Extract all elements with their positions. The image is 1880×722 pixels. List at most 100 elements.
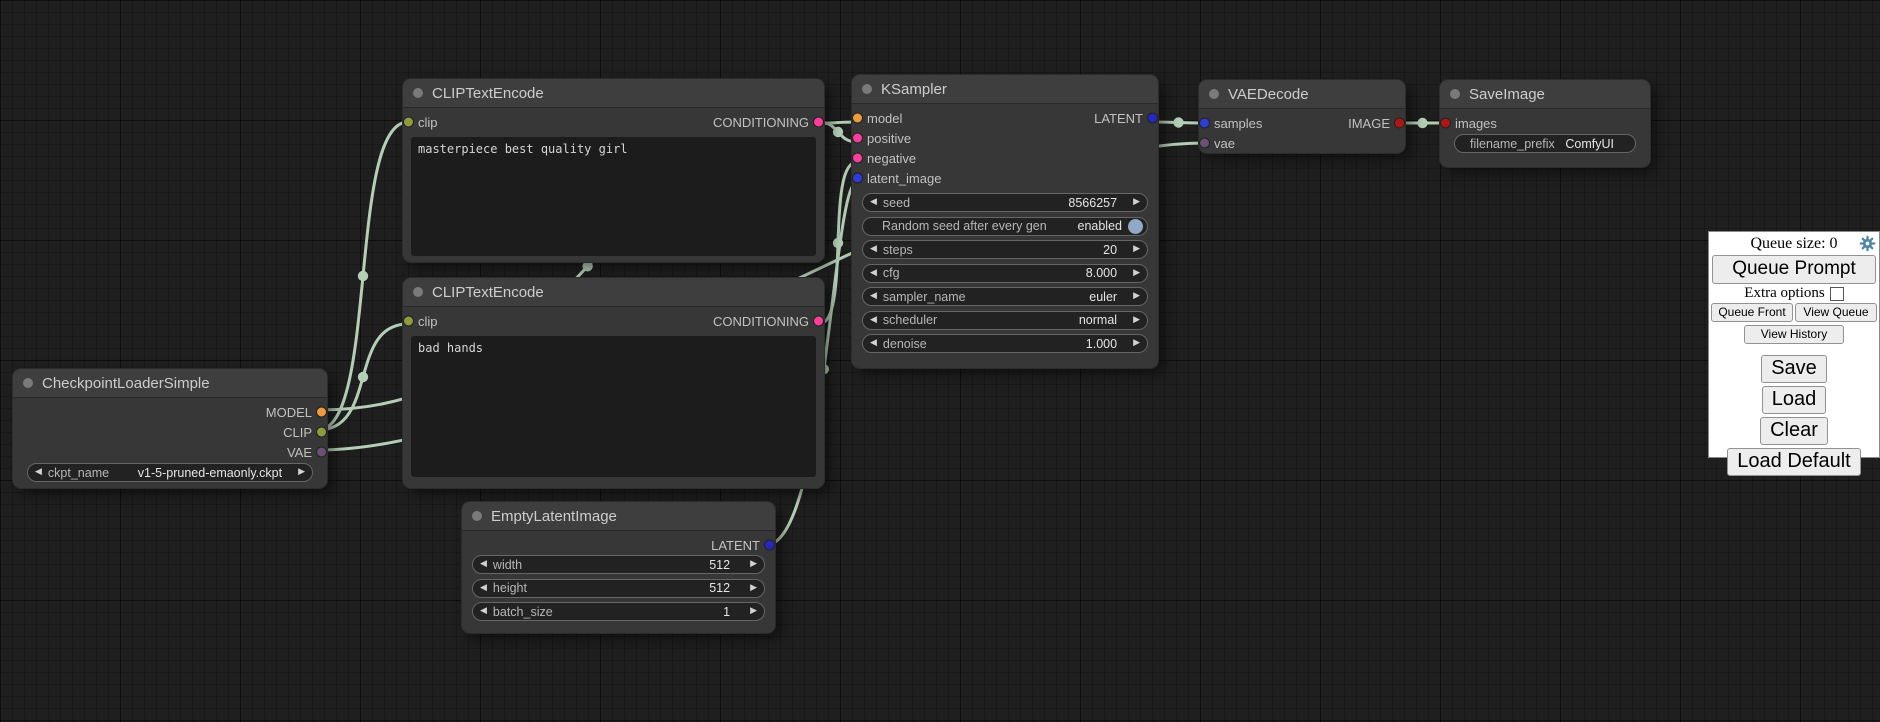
load-button[interactable]: Load xyxy=(1762,386,1827,414)
collapse-dot-icon[interactable] xyxy=(862,84,872,94)
node-clip-text-encode-positive: CLIPTextEncode clip CONDITIONING masterp… xyxy=(403,79,824,262)
node-title-bar[interactable]: CLIPTextEncode xyxy=(403,278,824,307)
output-label: CLIP xyxy=(283,425,312,440)
node-title-bar[interactable]: VAEDecode xyxy=(1199,80,1405,109)
cfg-widget[interactable]: ◀ cfg 8.000 ▶ xyxy=(862,264,1148,283)
decrement-arrow-icon[interactable]: ◀ xyxy=(870,269,877,278)
widget-label: steps xyxy=(883,243,913,257)
samples-input-port[interactable] xyxy=(1200,119,1209,128)
increment-arrow-icon[interactable]: ▶ xyxy=(750,607,757,616)
output-label: CONDITIONING xyxy=(713,115,809,130)
link-midpoint-dot xyxy=(582,261,592,271)
decrement-arrow-icon[interactable]: ◀ xyxy=(870,339,877,348)
decrement-arrow-icon[interactable]: ◀ xyxy=(870,245,877,254)
queue-prompt-button[interactable]: Queue Prompt xyxy=(1712,255,1876,284)
input-label: positive xyxy=(867,131,911,146)
view-history-button[interactable]: View History xyxy=(1744,325,1844,344)
node-save-image: SaveImage images filename_prefix ComfyUI xyxy=(1440,80,1650,167)
node-graph-canvas[interactable]: CheckpointLoaderSimple MODEL CLIP VAE ◀ … xyxy=(0,0,1880,722)
increment-arrow-icon[interactable]: ▶ xyxy=(1133,269,1140,278)
vae-output-port[interactable] xyxy=(317,448,326,457)
increment-arrow-icon[interactable]: ▶ xyxy=(750,560,757,569)
model-input-port[interactable] xyxy=(853,114,862,123)
load-default-button[interactable]: Load Default xyxy=(1727,448,1860,476)
queue-front-button[interactable]: Queue Front xyxy=(1711,303,1793,322)
extra-options-checkbox[interactable] xyxy=(1830,287,1844,301)
node-title: CLIPTextEncode xyxy=(432,85,544,102)
positive-input-port[interactable] xyxy=(853,134,862,143)
collapse-dot-icon[interactable] xyxy=(413,287,423,297)
batch-size-widget[interactable]: ◀ batch_size 1 ▶ xyxy=(472,602,765,621)
vae-input-port[interactable] xyxy=(1200,139,1209,148)
height-widget[interactable]: ◀ height 512 ▶ xyxy=(472,579,765,598)
node-clip-text-encode-negative: CLIPTextEncode clip CONDITIONING bad han… xyxy=(403,278,824,488)
decrement-arrow-icon[interactable]: ◀ xyxy=(870,292,877,301)
toggle-circle-icon[interactable] xyxy=(1128,219,1143,234)
clip-input-port[interactable] xyxy=(404,118,413,127)
save-button[interactable]: Save xyxy=(1761,355,1827,383)
increment-arrow-icon[interactable]: ▶ xyxy=(1133,292,1140,301)
collapse-dot-icon[interactable] xyxy=(472,511,482,521)
increment-arrow-icon[interactable]: ▶ xyxy=(1133,316,1140,325)
increment-arrow-icon[interactable]: ▶ xyxy=(1133,245,1140,254)
node-title-bar[interactable]: SaveImage xyxy=(1440,80,1650,109)
collapse-dot-icon[interactable] xyxy=(1209,89,1219,99)
conditioning-output-port[interactable] xyxy=(814,118,823,127)
decrement-arrow-icon[interactable]: ◀ xyxy=(480,560,487,569)
increment-arrow-icon[interactable]: ▶ xyxy=(1133,339,1140,348)
clip-input-port[interactable] xyxy=(404,317,413,326)
increment-arrow-icon[interactable]: ▶ xyxy=(750,584,757,593)
steps-widget[interactable]: ◀ steps 20 ▶ xyxy=(862,240,1148,259)
increment-arrow-icon[interactable]: ▶ xyxy=(298,468,305,477)
node-title-bar[interactable]: CLIPTextEncode xyxy=(403,79,824,108)
widget-value: normal xyxy=(1079,313,1117,327)
node-title-bar[interactable]: EmptyLatentImage xyxy=(462,502,775,531)
conditioning-output-port[interactable] xyxy=(814,317,823,326)
latent-output-port[interactable] xyxy=(765,541,774,550)
node-ksampler: KSampler model LATENT positive negative … xyxy=(852,75,1158,368)
link-midpoint-dot xyxy=(1417,118,1427,128)
width-widget[interactable]: ◀ width 512 ▶ xyxy=(472,555,765,574)
widget-value: 8566257 xyxy=(1068,196,1117,210)
view-queue-button[interactable]: View Queue xyxy=(1795,303,1877,322)
latent-output-port[interactable] xyxy=(1148,114,1157,123)
clear-button[interactable]: Clear xyxy=(1760,417,1828,445)
prompt-textarea[interactable]: masterpiece best quality girl xyxy=(411,137,816,256)
increment-arrow-icon[interactable]: ▶ xyxy=(1133,198,1140,207)
wire-clip-negative xyxy=(318,324,408,430)
decrement-arrow-icon[interactable]: ◀ xyxy=(870,198,877,207)
decrement-arrow-icon[interactable]: ◀ xyxy=(35,468,42,477)
input-label: clip xyxy=(418,115,438,130)
widget-label: cfg xyxy=(883,266,900,280)
widget-value: 20 xyxy=(1103,243,1117,257)
input-label: vae xyxy=(1214,136,1235,151)
latent-image-input-port[interactable] xyxy=(853,174,862,183)
ckpt-name-widget[interactable]: ◀ ckpt_name v1-5-pruned-emaonly.ckpt ▶ xyxy=(27,463,313,482)
collapse-dot-icon[interactable] xyxy=(1450,89,1460,99)
node-title-bar[interactable]: CheckpointLoaderSimple xyxy=(13,369,327,398)
image-output-port[interactable] xyxy=(1395,119,1404,128)
settings-gear-icon[interactable] xyxy=(1859,235,1876,252)
input-label: latent_image xyxy=(867,171,941,186)
sampler-name-widget[interactable]: ◀ sampler_name euler ▶ xyxy=(862,287,1148,306)
images-input-port[interactable] xyxy=(1441,119,1450,128)
prompt-textarea[interactable]: bad hands xyxy=(411,336,816,477)
decrement-arrow-icon[interactable]: ◀ xyxy=(480,607,487,616)
node-title-bar[interactable]: KSampler xyxy=(852,75,1158,104)
scheduler-widget[interactable]: ◀ scheduler normal ▶ xyxy=(862,311,1148,330)
node-title: CheckpointLoaderSimple xyxy=(42,375,210,392)
denoise-widget[interactable]: ◀ denoise 1.000 ▶ xyxy=(862,334,1148,353)
seed-widget[interactable]: ◀ seed 8566257 ▶ xyxy=(862,193,1148,212)
collapse-dot-icon[interactable] xyxy=(23,378,33,388)
decrement-arrow-icon[interactable]: ◀ xyxy=(480,584,487,593)
input-label: negative xyxy=(867,151,916,166)
decrement-arrow-icon[interactable]: ◀ xyxy=(870,316,877,325)
random-seed-toggle-widget[interactable]: Random seed after every gen enabled xyxy=(862,217,1148,236)
negative-input-port[interactable] xyxy=(853,154,862,163)
widget-label: filename_prefix xyxy=(1462,137,1555,151)
filename-prefix-widget[interactable]: filename_prefix ComfyUI xyxy=(1454,134,1636,153)
model-output-port[interactable] xyxy=(317,408,326,417)
clip-output-port[interactable] xyxy=(317,428,326,437)
collapse-dot-icon[interactable] xyxy=(413,88,423,98)
extra-options-label: Extra options xyxy=(1744,285,1824,302)
